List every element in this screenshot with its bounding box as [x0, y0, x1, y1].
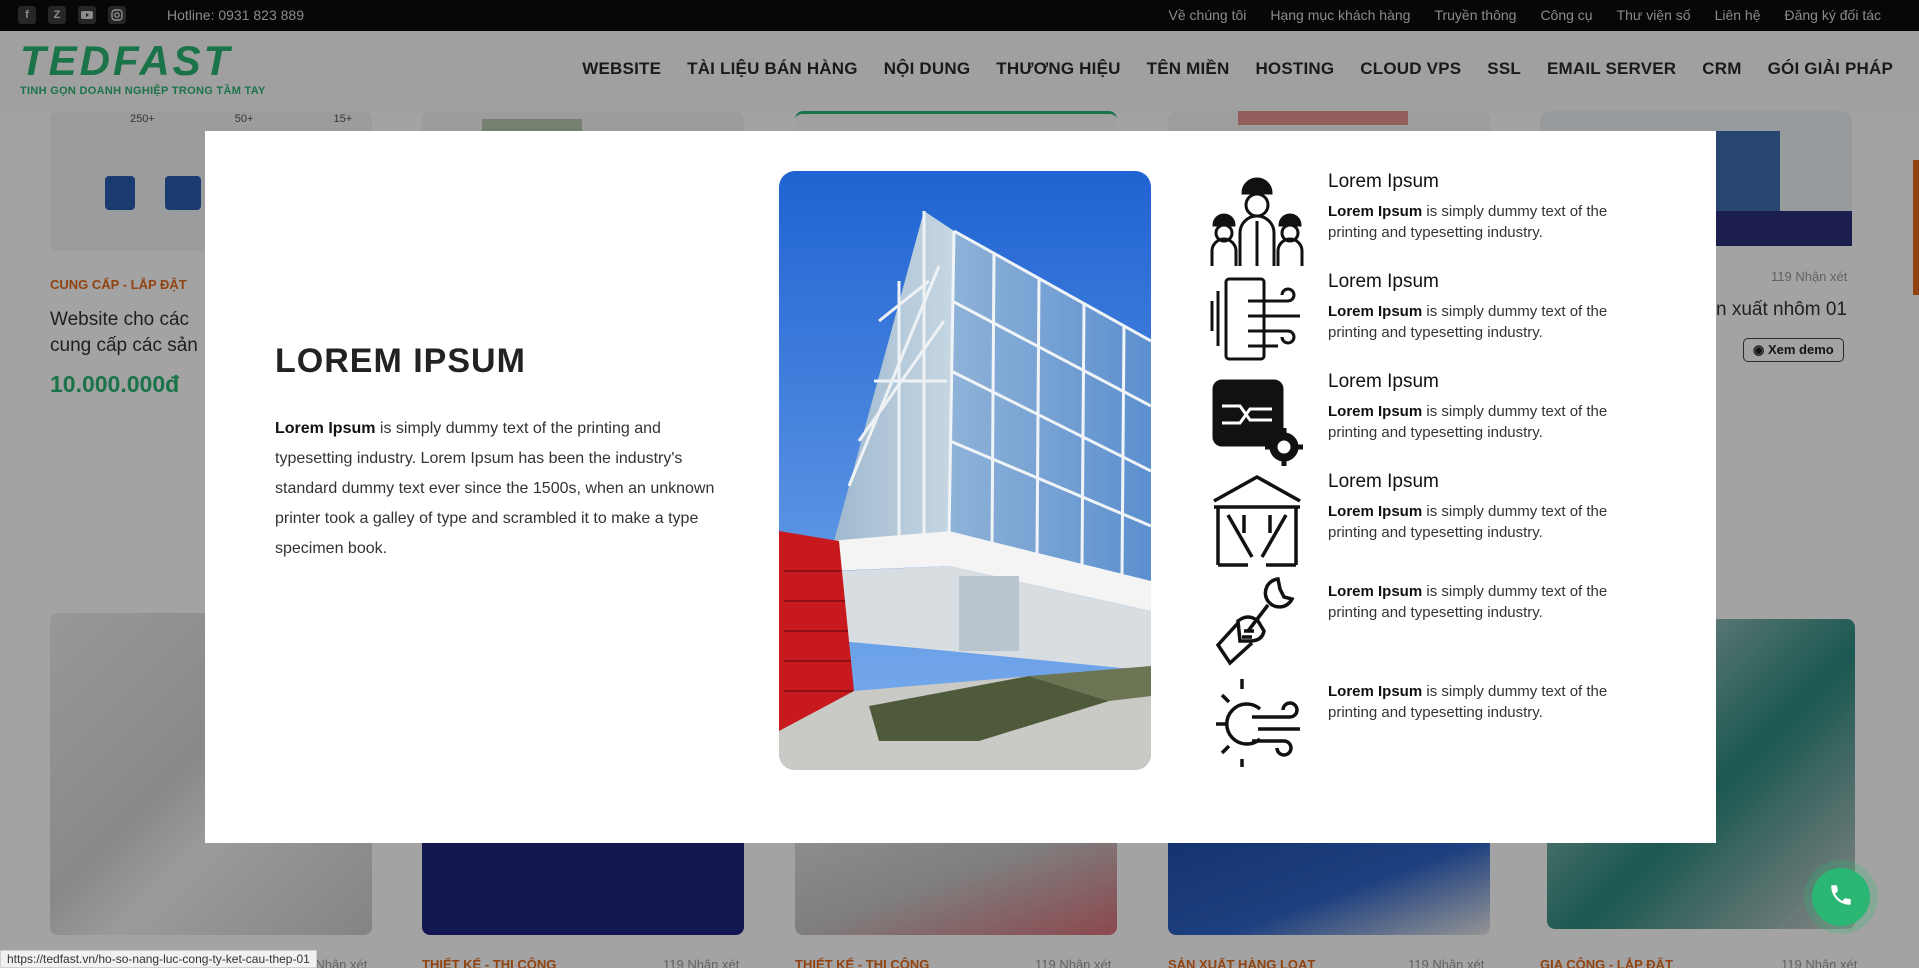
feature-title: Lorem Ipsum	[1328, 371, 1439, 392]
feature-title: Lorem Ipsum	[1328, 271, 1439, 292]
feature-item: Lorem Ipsum Lorem Ipsum is simply dummy …	[1208, 171, 1668, 271]
feature-description: Lorem Ipsum is simply dummy text of the …	[1328, 581, 1658, 623]
phone-icon	[1828, 882, 1854, 913]
wrench-hand-icon	[1208, 571, 1306, 669]
feature-item: Lorem Ipsum is simply dummy text of the …	[1208, 671, 1668, 771]
modal-dialog: LOREM IPSUM Lorem Ipsum is simply dummy …	[205, 131, 1716, 843]
feature-title: Lorem Ipsum	[1328, 171, 1439, 192]
steel-frame-icon	[1208, 471, 1306, 569]
feature-description: Lorem Ipsum is simply dummy text of the …	[1328, 681, 1658, 723]
feature-description-bold: Lorem Ipsum	[1328, 203, 1423, 220]
feature-description: Lorem Ipsum is simply dummy text of the …	[1328, 301, 1658, 343]
feature-description: Lorem Ipsum is simply dummy text of the …	[1328, 401, 1658, 443]
feature-description: Lorem Ipsum is simply dummy text of the …	[1328, 201, 1658, 243]
feature-description-bold: Lorem Ipsum	[1328, 403, 1423, 420]
feature-description-bold: Lorem Ipsum	[1328, 583, 1423, 600]
air-curtain-icon	[1208, 271, 1306, 369]
feature-description: Lorem Ipsum is simply dummy text of the …	[1328, 501, 1658, 543]
feature-item: Lorem Ipsum Lorem Ipsum is simply dummy …	[1208, 371, 1668, 471]
feature-description-bold: Lorem Ipsum	[1328, 683, 1423, 700]
building-photo	[779, 171, 1151, 770]
status-bar-url: https://tedfast.vn/ho-so-nang-luc-cong-t…	[0, 950, 317, 968]
modal-description-bold: Lorem Ipsum	[275, 420, 376, 437]
sun-wind-icon	[1208, 671, 1306, 769]
modal-heading: LOREM IPSUM	[275, 342, 526, 380]
chip-gear-icon	[1208, 371, 1306, 469]
feature-item: Lorem Ipsum is simply dummy text of the …	[1208, 571, 1668, 671]
call-button[interactable]	[1812, 868, 1870, 926]
workers-icon	[1208, 171, 1306, 269]
feature-item: Lorem Ipsum Lorem Ipsum is simply dummy …	[1208, 271, 1668, 371]
modal-description-text: is simply dummy text of the printing and…	[275, 420, 715, 557]
feature-description-bold: Lorem Ipsum	[1328, 303, 1423, 320]
feature-item: Lorem Ipsum Lorem Ipsum is simply dummy …	[1208, 471, 1668, 571]
feature-title: Lorem Ipsum	[1328, 471, 1439, 492]
modal-description: Lorem Ipsum is simply dummy text of the …	[275, 414, 715, 564]
feature-description-bold: Lorem Ipsum	[1328, 503, 1423, 520]
